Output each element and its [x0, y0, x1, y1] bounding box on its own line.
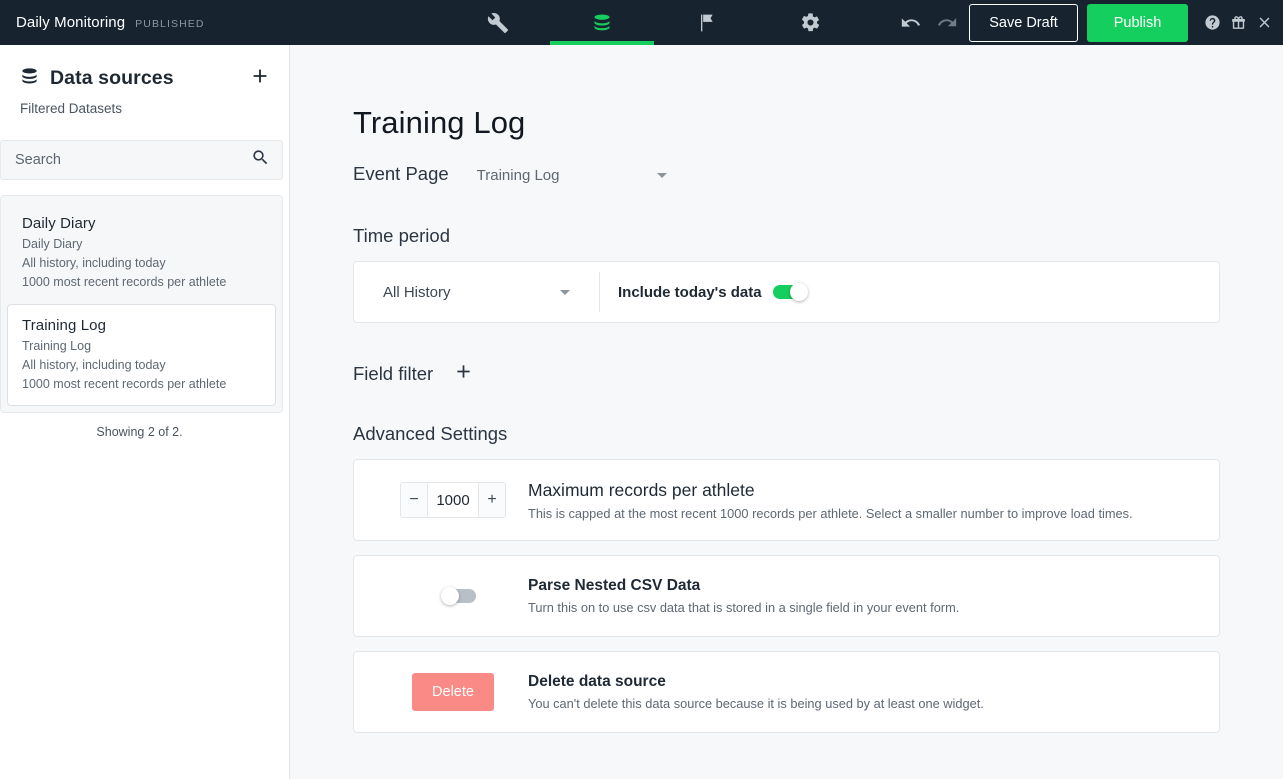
- time-range-select[interactable]: All History: [354, 262, 599, 322]
- data-source-origin: Daily Diary: [22, 237, 83, 251]
- main-inner: Training Log Event Page Training Log Tim…: [353, 105, 1283, 733]
- flag-icon: [696, 12, 716, 34]
- close-icon[interactable]: [1256, 14, 1273, 31]
- include-today-toggle[interactable]: [772, 283, 808, 301]
- parse-csv-card: Parse Nested CSV Data Turn this on to us…: [353, 555, 1220, 637]
- data-source-title: Daily Diary: [22, 215, 96, 232]
- event-page-row: Event Page Training Log: [353, 163, 1283, 185]
- tab-flags[interactable]: [654, 0, 758, 45]
- time-period-section: Time period All History Include today's …: [353, 225, 1283, 323]
- sidebar: Data sources Filtered Datasets Daily Dia…: [0, 45, 290, 779]
- delete-control: Delete: [378, 673, 528, 711]
- tab-data-sources[interactable]: [550, 0, 654, 45]
- status-badge: PUBLISHED: [135, 18, 205, 30]
- stepper-decrement-button[interactable]: −: [401, 483, 428, 517]
- time-range-value: All History: [383, 283, 451, 301]
- result-count: Showing 2 of 2.: [96, 425, 183, 439]
- chevron-down-icon: [560, 290, 570, 295]
- search-wrapper: [0, 116, 289, 180]
- sidebar-subtitle: Filtered Datasets: [20, 101, 123, 116]
- include-today-row: Include today's data: [600, 283, 808, 301]
- search-input[interactable]: [15, 152, 251, 168]
- gift-icon[interactable]: [1230, 14, 1247, 31]
- parse-csv-toggle[interactable]: [441, 587, 476, 605]
- parse-csv-control: [378, 587, 528, 605]
- delete-description: You can't delete this data source becaus…: [528, 696, 984, 711]
- delete-button[interactable]: Delete: [412, 673, 494, 711]
- parse-csv-text: Parse Nested CSV Data Turn this on to us…: [528, 577, 1195, 615]
- sidebar-title: Data sources: [50, 67, 174, 89]
- redo-button[interactable]: [936, 12, 958, 34]
- tab-settings[interactable]: [758, 0, 862, 45]
- delete-data-source-card: Delete Delete data source You can't dele…: [353, 651, 1220, 733]
- app-root: Daily Monitoring PUBLISHED Save Draft Pu…: [0, 0, 1283, 779]
- undo-button[interactable]: [900, 12, 922, 34]
- time-period-heading: Time period: [353, 225, 450, 246]
- data-source-origin: Training Log: [22, 339, 92, 353]
- field-filter-label: Field filter: [353, 363, 434, 384]
- publish-button[interactable]: Publish: [1087, 3, 1188, 42]
- database-icon: [20, 66, 39, 92]
- add-data-source-button[interactable]: [249, 65, 271, 92]
- advanced-settings-heading: Advanced Settings: [353, 423, 508, 444]
- toggle-knob: [441, 587, 459, 605]
- sidebar-header: Data sources: [0, 65, 289, 92]
- data-source-title: Training Log: [22, 317, 107, 334]
- parse-csv-title: Parse Nested CSV Data: [528, 577, 701, 594]
- history-controls: [900, 0, 958, 45]
- gear-icon: [800, 12, 821, 33]
- brand: Daily Monitoring PUBLISHED: [0, 14, 205, 31]
- toolbar-tabs: [446, 0, 862, 45]
- utility-icons: [1204, 14, 1273, 31]
- delete-title: Delete data source: [528, 673, 666, 690]
- tab-build[interactable]: [446, 0, 550, 45]
- data-source-records: 1000 most recent records per athlete: [22, 275, 227, 289]
- database-icon: [592, 12, 612, 34]
- data-source-history: All history, including today: [22, 358, 166, 372]
- app-title: Daily Monitoring: [16, 14, 126, 31]
- top-bar: Daily Monitoring PUBLISHED Save Draft Pu…: [0, 0, 1283, 45]
- body: Data sources Filtered Datasets Daily Dia…: [0, 45, 1283, 779]
- event-page-label: Event Page: [353, 163, 449, 184]
- include-today-label: Include today's data: [618, 283, 762, 301]
- chevron-down-icon: [656, 173, 667, 178]
- help-icon[interactable]: [1204, 14, 1221, 31]
- search-icon[interactable]: [251, 148, 270, 172]
- delete-text: Delete data source You can't delete this…: [528, 673, 1195, 711]
- add-field-filter-button[interactable]: [453, 361, 474, 387]
- stepper-increment-button[interactable]: +: [478, 483, 505, 517]
- list-item[interactable]: Training Log Training Log All history, i…: [7, 304, 276, 406]
- max-records-card: − 1000 + Maximum records per athlete Thi…: [353, 459, 1220, 541]
- field-filter-row: Field filter: [353, 361, 1283, 387]
- max-records-text: Maximum records per athlete This is capp…: [528, 480, 1195, 521]
- event-page-select[interactable]: Training Log: [477, 167, 677, 184]
- main-content: Training Log Event Page Training Log Tim…: [290, 45, 1283, 779]
- toggle-knob: [789, 283, 808, 301]
- max-records-title: Maximum records per athlete: [528, 479, 755, 500]
- data-source-history: All history, including today: [22, 256, 166, 270]
- max-records-control: − 1000 +: [378, 482, 528, 518]
- time-period-card: All History Include today's data: [353, 261, 1220, 323]
- wrench-icon: [487, 12, 509, 34]
- parse-csv-description: Turn this on to use csv data that is sto…: [528, 600, 960, 615]
- top-bar-actions: Save Draft Publish: [969, 0, 1273, 45]
- max-records-description: This is capped at the most recent 1000 r…: [528, 505, 1133, 521]
- page-title: Training Log: [353, 105, 526, 140]
- stepper-value[interactable]: 1000: [428, 483, 478, 517]
- list-item[interactable]: Daily Diary Daily Diary All history, inc…: [7, 202, 276, 304]
- save-draft-button[interactable]: Save Draft: [969, 3, 1078, 42]
- data-source-list: Daily Diary Daily Diary All history, inc…: [0, 195, 283, 413]
- data-source-records: 1000 most recent records per athlete: [22, 377, 227, 391]
- quantity-stepper[interactable]: − 1000 +: [400, 482, 506, 518]
- event-page-value: Training Log: [476, 167, 560, 184]
- advanced-settings-section: Advanced Settings − 1000 + Maximum recor…: [353, 423, 1283, 733]
- search-box[interactable]: [0, 140, 283, 180]
